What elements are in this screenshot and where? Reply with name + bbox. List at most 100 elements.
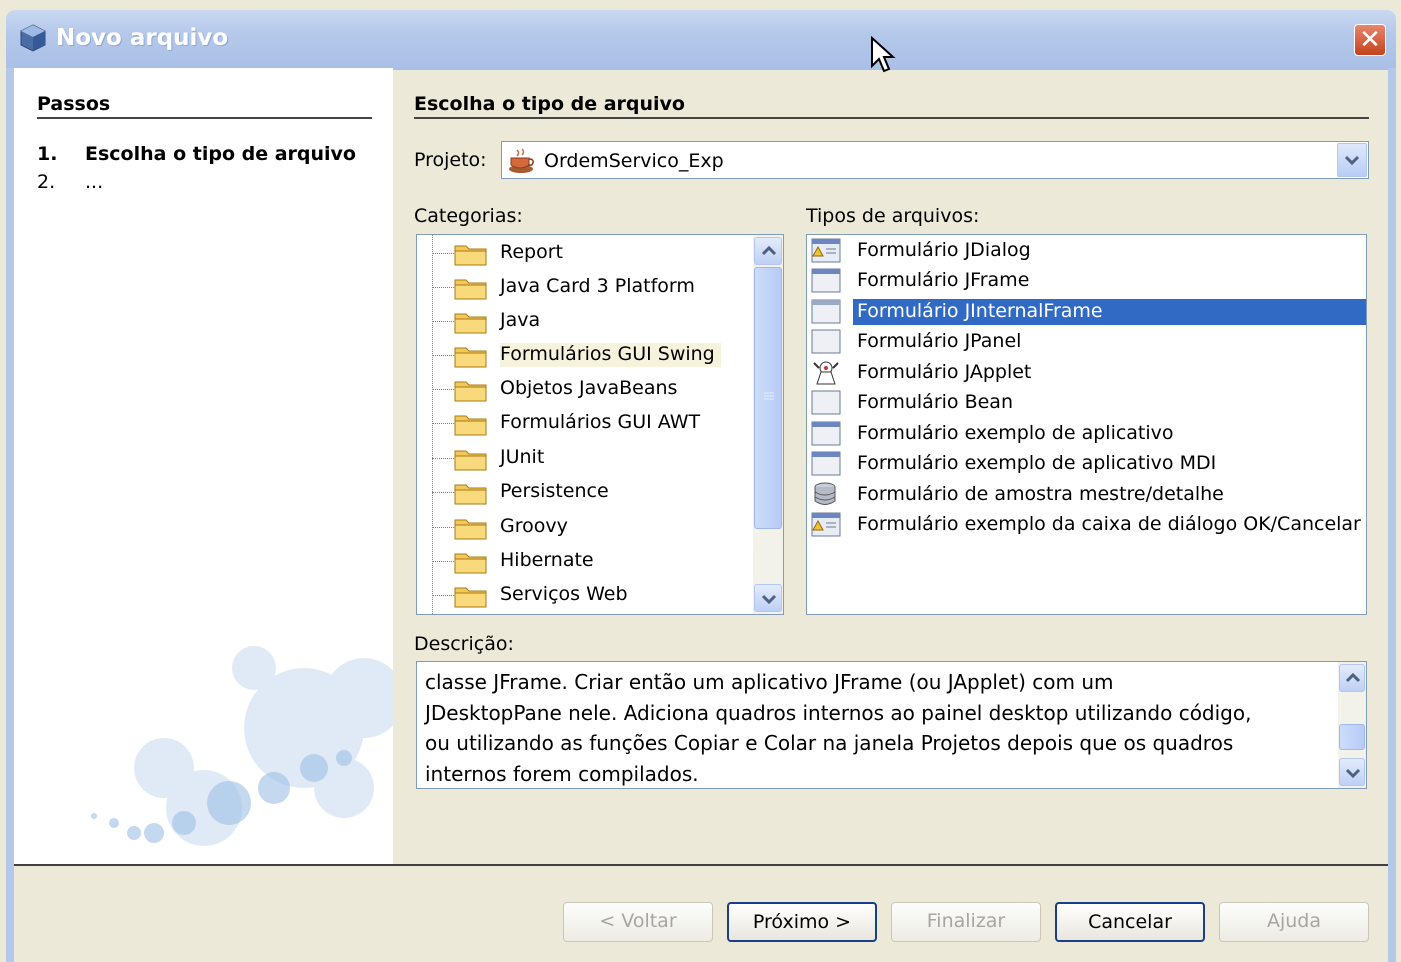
frame-form-icon: [811, 451, 841, 476]
chevron-up-icon: [1345, 673, 1361, 683]
file-type-label: Formulário JApplet: [857, 361, 1032, 383]
tree-connector: [432, 458, 454, 459]
dialog-form-icon: [811, 512, 841, 537]
tree-connector: [432, 423, 454, 424]
folder-icon: [454, 381, 487, 402]
file-type-label: Formulário JFrame: [857, 269, 1030, 291]
tree-item[interactable]: Serviços Web: [417, 578, 757, 612]
list-item[interactable]: Formulário JDialog: [807, 235, 1366, 265]
file-types-list[interactable]: Formulário JDialog Formulário JFrame For…: [806, 234, 1367, 615]
back-button[interactable]: < Voltar: [563, 902, 713, 942]
internal-frame-form-icon: [811, 299, 841, 324]
list-item[interactable]: Formulário JFrame: [807, 265, 1366, 295]
tree-connector: [432, 389, 454, 390]
category-label: Formulários GUI Swing: [500, 343, 721, 367]
window-frame-right: [1388, 68, 1396, 962]
category-label: Persistence: [500, 480, 609, 502]
file-type-label: Formulário JPanel: [857, 330, 1022, 352]
folder-icon: [454, 450, 487, 471]
steps-title: Passos: [37, 93, 111, 115]
footer-divider: [14, 864, 1388, 866]
scroll-up-button[interactable]: [754, 237, 782, 265]
chevron-down-icon: [1345, 768, 1361, 778]
tree-item[interactable]: Objetos JavaBeans: [417, 372, 757, 406]
chevron-down-icon: [761, 594, 777, 604]
tree-item[interactable]: Groovy: [417, 510, 757, 544]
tree-item-selected[interactable]: Formulários GUI Swing: [417, 338, 757, 372]
description-scrollbar[interactable]: [1338, 662, 1366, 788]
description-line: internos forem compilados.: [425, 761, 699, 786]
file-types-label: Tipos de arquivos:: [806, 205, 980, 227]
panel-form-icon: [811, 329, 841, 354]
category-label: Objetos JavaBeans: [500, 377, 678, 399]
file-type-label: Formulário JDialog: [857, 239, 1031, 261]
tree-item[interactable]: Java Card 3 Platform: [417, 270, 757, 304]
category-label: Hibernate: [500, 549, 594, 571]
tree-item[interactable]: Report: [417, 236, 757, 270]
file-type-label: Formulário exemplo da caixa de diálogo O…: [857, 513, 1361, 535]
step-2: 2....: [37, 171, 103, 193]
dialog-form-icon: [811, 238, 841, 263]
cancel-button[interactable]: Cancelar: [1055, 902, 1205, 942]
description-line: JDesktopPane nele. Adiciona quadros inte…: [425, 700, 1252, 725]
file-type-label: Formulário exemplo de aplicativo MDI: [857, 452, 1217, 474]
step-number: 2.: [37, 171, 56, 193]
list-item[interactable]: Formulário exemplo de aplicativo: [807, 418, 1366, 448]
file-type-label: Formulário de amostra mestre/detalhe: [857, 483, 1224, 505]
step-label: Escolha o tipo de arquivo: [85, 143, 356, 165]
tree-item[interactable]: Persistence: [417, 475, 757, 509]
tree-connector: [432, 527, 454, 528]
file-type-label: Formulário JInternalFrame: [853, 299, 1366, 325]
cube-icon: [20, 24, 46, 52]
list-item[interactable]: Formulário JApplet: [807, 357, 1366, 387]
project-label: Projeto:: [414, 149, 487, 171]
scroll-down-button[interactable]: [1339, 758, 1365, 786]
categories-tree[interactable]: Report Java Card 3 Platform Java Formulá…: [416, 234, 784, 615]
list-item[interactable]: Formulário JPanel: [807, 326, 1366, 356]
window-frame-left: [6, 68, 14, 962]
folder-icon: [454, 347, 487, 368]
folder-icon: [454, 484, 487, 505]
folder-icon: [454, 279, 487, 300]
category-label: Java Card 3 Platform: [500, 275, 695, 297]
list-item[interactable]: Formulário exemplo da caixa de diálogo O…: [807, 509, 1366, 539]
tree-item[interactable]: JUnit: [417, 441, 757, 475]
help-button[interactable]: Ajuda: [1219, 902, 1369, 942]
steps-panel: Passos 1. Escolha o tipo de arquivo 2....: [14, 68, 393, 864]
database-icon: [814, 482, 836, 505]
tree-connector: [432, 561, 454, 562]
tree-connector: [432, 492, 454, 493]
page-title: Escolha o tipo de arquivo: [414, 93, 685, 115]
scroll-up-button[interactable]: [1339, 664, 1365, 692]
scroll-thumb[interactable]: [1339, 724, 1365, 750]
applet-form-icon: [813, 361, 839, 385]
title-bar[interactable]: Novo arquivo ✕: [6, 10, 1396, 70]
scroll-down-button[interactable]: [754, 584, 782, 612]
category-label: Report: [500, 241, 563, 263]
file-type-label: Formulário exemplo de aplicativo: [857, 422, 1174, 444]
tree-item[interactable]: Hibernate: [417, 544, 757, 578]
tree-item[interactable]: Java: [417, 304, 757, 338]
dropdown-button[interactable]: [1337, 143, 1367, 177]
next-button[interactable]: Próximo >: [727, 902, 877, 942]
list-item[interactable]: Formulário Bean: [807, 387, 1366, 417]
list-item-selected[interactable]: Formulário JInternalFrame: [807, 296, 1366, 326]
folder-icon: [454, 587, 487, 608]
description-line: ou utilizando as funções Copiar e Colar …: [425, 731, 1234, 755]
close-button[interactable]: ✕: [1354, 24, 1386, 56]
folder-icon: [454, 313, 487, 334]
file-type-label: Formulário Bean: [857, 391, 1013, 413]
scroll-thumb[interactable]: [754, 267, 782, 529]
description-textarea[interactable]: classe JFrame. Criar então um aplicativo…: [416, 661, 1367, 789]
folder-icon: [454, 245, 487, 266]
list-item[interactable]: Formulário de amostra mestre/detalhe: [807, 479, 1366, 509]
finish-button[interactable]: Finalizar: [891, 902, 1041, 942]
category-label: Formulários GUI AWT: [500, 411, 701, 433]
categories-scrollbar[interactable]: [753, 235, 783, 614]
project-select[interactable]: OrdemServico_Exp: [501, 141, 1369, 179]
list-item[interactable]: Formulário exemplo de aplicativo MDI: [807, 448, 1366, 478]
content-panel: Escolha o tipo de arquivo Projeto: Ordem…: [393, 68, 1388, 864]
tree-item[interactable]: Formulários GUI AWT: [417, 406, 757, 440]
tree-connector: [432, 595, 454, 596]
category-label: Groovy: [500, 515, 568, 537]
